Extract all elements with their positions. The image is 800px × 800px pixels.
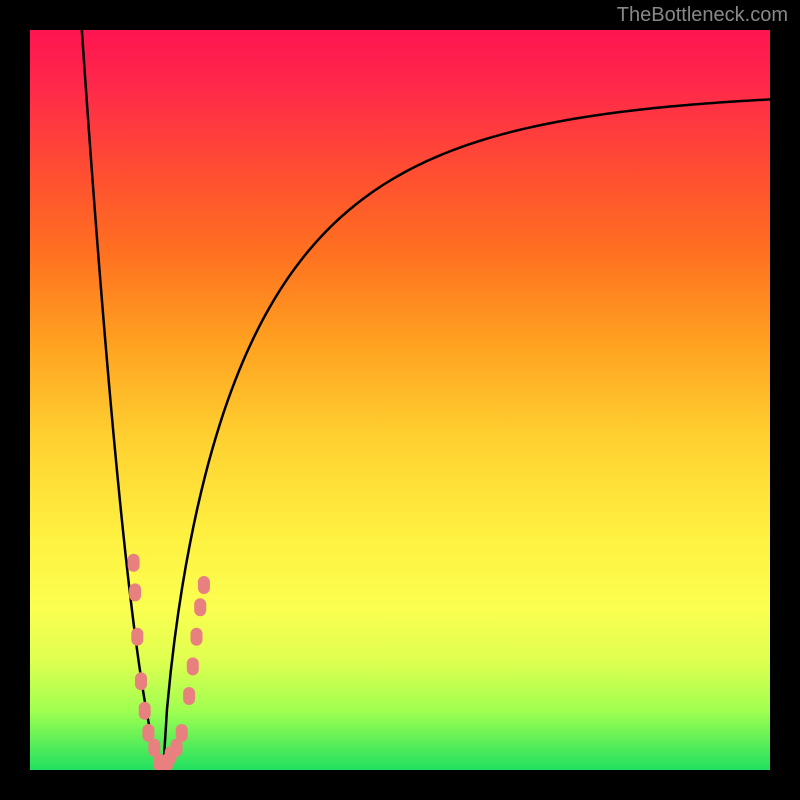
scatter-point <box>191 628 203 646</box>
chart-svg <box>30 30 770 770</box>
curve-group <box>82 30 770 770</box>
scatter-point <box>194 598 206 616</box>
scatter-point <box>135 672 147 690</box>
scatter-point <box>187 657 199 675</box>
scatter-point <box>139 702 151 720</box>
scatter-point <box>129 583 141 601</box>
scatter-point <box>176 724 188 742</box>
scatter-point <box>131 628 143 646</box>
scatter-point <box>128 554 140 572</box>
watermark-text: TheBottleneck.com <box>617 4 788 27</box>
bottleneck-curve <box>82 30 770 770</box>
scatter-point <box>183 687 195 705</box>
scatter-point <box>198 576 210 594</box>
